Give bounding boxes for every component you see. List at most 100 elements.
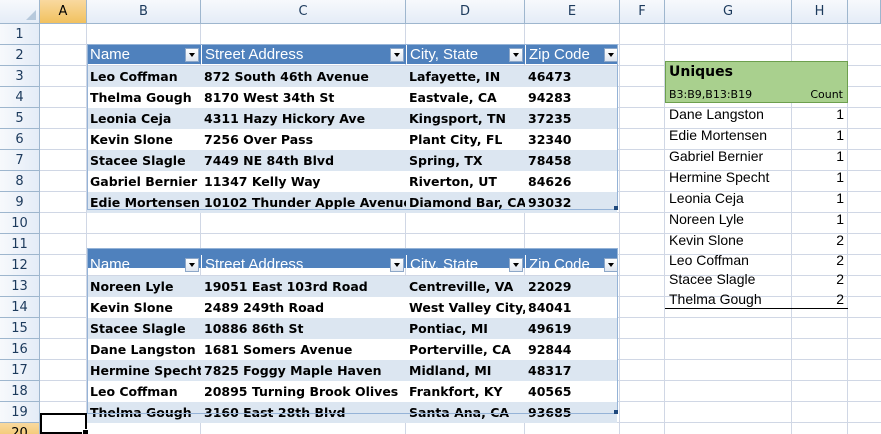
table2-cell[interactable]: Midland, MI: [406, 360, 525, 381]
filter-dropdown-icon[interactable]: [185, 258, 199, 272]
table2-cell[interactable]: 1681 Somers Avenue: [201, 339, 406, 360]
table2-header-street[interactable]: Street Address: [201, 255, 406, 275]
active-cell-a20[interactable]: [40, 413, 89, 434]
row-header-7[interactable]: 7: [0, 150, 40, 171]
filter-dropdown-icon[interactable]: [390, 48, 404, 62]
table1-cell[interactable]: Edie Mortensen: [87, 192, 201, 213]
spreadsheet-grid[interactable]: ABCDEFGH 1 2 3 4 5 6 7 8 9 10 11 12 13 14 15 16 17 18 19 20…: [0, 0, 881, 434]
row-header-5[interactable]: 5: [0, 108, 40, 129]
row-header-19[interactable]: 19: [0, 402, 40, 423]
table1-cell[interactable]: 37235: [525, 108, 620, 129]
unique-count[interactable]: 1: [800, 167, 844, 188]
table2-cell[interactable]: Kevin Slone: [87, 297, 201, 318]
table1-cell[interactable]: Diamond Bar, CA: [406, 192, 525, 213]
row-header-4[interactable]: 4: [0, 87, 40, 108]
table2-cell[interactable]: 92844: [525, 339, 620, 360]
column-header-c[interactable]: C: [201, 0, 406, 24]
table1-header-zip[interactable]: Zip Code: [525, 45, 620, 65]
unique-name[interactable]: Edie Mortensen: [669, 125, 767, 146]
unique-name[interactable]: Kevin Slone: [669, 230, 744, 251]
unique-count[interactable]: 1: [800, 188, 844, 209]
table2-cell[interactable]: 40565: [525, 381, 620, 402]
row-header-18[interactable]: 18: [0, 381, 40, 402]
table2-cell[interactable]: Frankfort, KY: [406, 381, 525, 402]
column-header-h[interactable]: H: [792, 0, 848, 24]
row-header-17[interactable]: 17: [0, 360, 40, 381]
table2-cell[interactable]: 48317: [525, 360, 620, 381]
table2-header-name[interactable]: Name: [87, 255, 201, 275]
table2-cell[interactable]: 84041: [525, 297, 620, 318]
select-all-corner[interactable]: [0, 0, 40, 24]
table1-cell[interactable]: Kingsport, TN: [406, 108, 525, 129]
table1-cell[interactable]: 94283: [525, 87, 620, 108]
column-header-b[interactable]: B: [87, 0, 201, 24]
table1-cell[interactable]: Leonia Ceja: [87, 108, 201, 129]
table1-cell[interactable]: 32340: [525, 129, 620, 150]
row-header-10[interactable]: 10: [0, 213, 40, 234]
table1-cell[interactable]: 93032: [525, 192, 620, 213]
table2-cell[interactable]: Santa Ana, CA: [406, 402, 525, 423]
row-header-14[interactable]: 14: [0, 297, 40, 318]
unique-count[interactable]: 2: [800, 289, 844, 310]
row-header-9[interactable]: 9: [0, 192, 40, 213]
table2-cell[interactable]: 49619: [525, 318, 620, 339]
table2-cell[interactable]: 93685: [525, 402, 620, 423]
filter-dropdown-icon[interactable]: [509, 258, 523, 272]
table2-cell[interactable]: 10886 86th St: [201, 318, 406, 339]
filter-dropdown-icon[interactable]: [604, 258, 618, 272]
table2-header-zip[interactable]: Zip Code: [525, 255, 620, 275]
table1-cell[interactable]: Lafayette, IN: [406, 66, 525, 87]
row-header-20[interactable]: 20: [0, 423, 40, 434]
table2-cell[interactable]: Porterville, CA: [406, 339, 525, 360]
column-header-g[interactable]: G: [665, 0, 792, 24]
unique-count[interactable]: 2: [800, 269, 844, 290]
table1-cell[interactable]: Thelma Gough: [87, 87, 201, 108]
table1-resize-handle[interactable]: [614, 206, 618, 210]
table1-cell[interactable]: Stacee Slagle: [87, 150, 201, 171]
filter-dropdown-icon[interactable]: [390, 258, 404, 272]
table1-cell[interactable]: 7256 Over Pass: [201, 129, 406, 150]
unique-name[interactable]: Stacee Slagle: [669, 269, 755, 290]
table2-cell[interactable]: Leo Coffman: [87, 381, 201, 402]
row-header-6[interactable]: 6: [0, 129, 40, 150]
table2-cell[interactable]: 19051 East 103rd Road: [201, 276, 406, 297]
table1-header-name[interactable]: Name: [87, 45, 201, 65]
table1-cell[interactable]: 4311 Hazy Hickory Ave: [201, 108, 406, 129]
table1-header-street[interactable]: Street Address: [201, 45, 406, 65]
row-header-2[interactable]: 2: [0, 45, 40, 66]
table2-cell[interactable]: Stacee Slagle: [87, 318, 201, 339]
unique-count[interactable]: 1: [800, 125, 844, 146]
table1-cell[interactable]: 10102 Thunder Apple Avenue: [201, 192, 406, 213]
table2-cell[interactable]: 22029: [525, 276, 620, 297]
table1-header-city[interactable]: City, State: [406, 45, 525, 65]
unique-name[interactable]: Leonia Ceja: [669, 188, 744, 209]
unique-name[interactable]: Noreen Lyle: [669, 209, 744, 230]
table1-cell[interactable]: 8170 West 34th St: [201, 87, 406, 108]
row-header-16[interactable]: 16: [0, 339, 40, 360]
unique-name[interactable]: Gabriel Bernier: [669, 146, 763, 167]
filter-dropdown-icon[interactable]: [509, 48, 523, 62]
unique-count[interactable]: 1: [800, 146, 844, 167]
table2-cell[interactable]: 2489 249th Road: [201, 297, 406, 318]
table2-header-city[interactable]: City, State: [406, 255, 525, 275]
unique-count[interactable]: 1: [800, 104, 844, 125]
table2-cell[interactable]: 20895 Turning Brook Olives: [201, 381, 406, 402]
unique-name[interactable]: Hermine Specht: [669, 167, 769, 188]
table2-cell[interactable]: 3160 East 28th Blvd: [201, 402, 406, 423]
table2-cell[interactable]: West Valley City, U: [406, 297, 525, 318]
table1-cell[interactable]: Plant City, FL: [406, 129, 525, 150]
row-header-1[interactable]: 1: [0, 24, 40, 45]
unique-name[interactable]: Leo Coffman: [669, 250, 749, 271]
unique-name[interactable]: Thelma Gough: [669, 289, 762, 310]
column-header-a[interactable]: A: [40, 0, 87, 24]
table2-resize-handle[interactable]: [614, 410, 618, 414]
unique-count[interactable]: 2: [800, 250, 844, 271]
table2-cell[interactable]: 7825 Foggy Maple Haven: [201, 360, 406, 381]
table1-cell[interactable]: Riverton, UT: [406, 171, 525, 192]
uniques-header[interactable]: Uniques B3:B9,B13:B19 Count: [665, 61, 848, 103]
table1-cell[interactable]: 46473: [525, 66, 620, 87]
row-header-12[interactable]: 12: [0, 255, 40, 276]
table2-cell[interactable]: Pontiac, MI: [406, 318, 525, 339]
table1-cell[interactable]: Leo Coffman: [87, 66, 201, 87]
table1-cell[interactable]: 78458: [525, 150, 620, 171]
